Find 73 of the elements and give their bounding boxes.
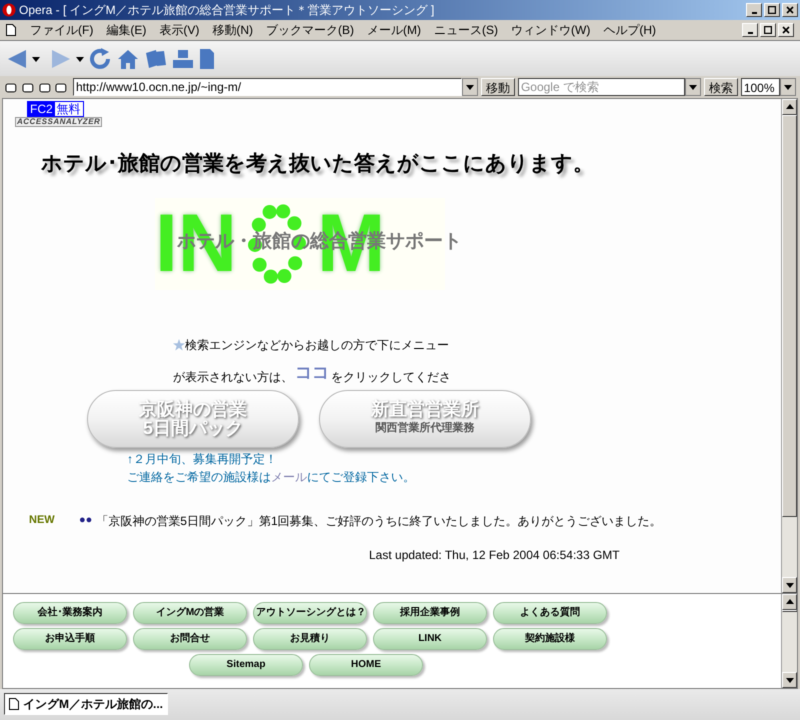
minimize-button[interactable] bbox=[742, 22, 758, 37]
nav-button[interactable]: お申込手順 bbox=[13, 628, 127, 650]
nav-button[interactable]: LINK bbox=[373, 628, 487, 650]
reload-icon[interactable] bbox=[88, 46, 112, 71]
recruit-note: にてご登録下さい。 bbox=[307, 468, 415, 486]
analyzer-logo[interactable]: ACCESSANALYZER bbox=[15, 116, 102, 127]
menu-item[interactable]: メール(M) bbox=[367, 20, 421, 39]
mail-link[interactable]: メール bbox=[271, 468, 307, 486]
feature-button[interactable]: 京阪神の営業 5日間パック bbox=[87, 390, 299, 448]
recruit-note: ご連絡をご希望の施設様は bbox=[127, 468, 271, 486]
nav-button[interactable]: お問合せ bbox=[133, 628, 247, 650]
page-tab[interactable]: イングM／ホテル旅館の... bbox=[4, 693, 168, 716]
maximize-button[interactable] bbox=[760, 22, 776, 37]
nav-button[interactable]: アウトソーシングとは？ bbox=[253, 602, 367, 624]
menu-item[interactable]: 移動(N) bbox=[212, 20, 253, 39]
scroll-up-icon[interactable] bbox=[786, 598, 794, 606]
minimize-icon bbox=[748, 32, 752, 34]
news-text: 「京阪神の営業5日間パック」第1回募集、ご好評のうちに終了いたしました。ありがとうございました。 bbox=[96, 512, 662, 530]
menu-item[interactable]: ファイル(F) bbox=[30, 20, 94, 39]
app-logo-icon bbox=[2, 2, 16, 17]
forward-dropdown-icon[interactable] bbox=[76, 54, 84, 63]
nav-button[interactable]: Sitemap bbox=[189, 654, 303, 676]
history-dropdown-icon[interactable] bbox=[466, 82, 474, 91]
bullet-icon: ●● bbox=[79, 512, 92, 529]
nav-button[interactable]: よくある質問 bbox=[493, 602, 607, 624]
new-label: NEW bbox=[29, 513, 56, 528]
search-dropdown-icon[interactable] bbox=[688, 82, 697, 91]
minimize-icon bbox=[752, 12, 756, 14]
search-button[interactable]: 検索 bbox=[704, 78, 738, 96]
zoom-dropdown-icon[interactable] bbox=[784, 82, 792, 91]
star-icon bbox=[173, 339, 185, 352]
nav-button[interactable]: 採用企業事例 bbox=[373, 602, 487, 624]
go-button[interactable]: 移動 bbox=[480, 78, 515, 96]
nav-button[interactable]: 会社･業務案内 bbox=[13, 602, 127, 624]
scroll-down-icon[interactable] bbox=[786, 580, 794, 589]
scrollbar[interactable] bbox=[781, 98, 797, 593]
scrollbar[interactable] bbox=[781, 594, 797, 688]
maximize-icon bbox=[768, 6, 776, 14]
here-link[interactable]: ココ bbox=[295, 360, 329, 386]
document-icon bbox=[6, 24, 16, 36]
nav-button[interactable]: お見積り bbox=[253, 628, 367, 650]
window-title: Opera - [ イングM／ホテル旅館の総合営業サポート＊営業アウトソーシング ] bbox=[19, 2, 436, 19]
recruit-note: ↑２月中旬、募集再開予定！ bbox=[127, 450, 278, 468]
close-button[interactable] bbox=[778, 22, 794, 37]
maximize-icon bbox=[764, 26, 772, 34]
menu-item[interactable]: 表示(V) bbox=[159, 20, 200, 39]
last-updated: Last updated: Thu, 12 Feb 2004 06:54:33 GMT bbox=[369, 546, 621, 564]
headline: ホテル･旅館の営業を考え抜いた答えがここにあります。 bbox=[41, 148, 595, 177]
document-icon bbox=[9, 698, 19, 710]
notice-text: が表示されない方は、 bbox=[173, 368, 293, 386]
menu-item[interactable]: ニュース(S) bbox=[434, 20, 498, 39]
scroll-up-icon[interactable] bbox=[786, 102, 794, 111]
menu-item[interactable]: 編集(E) bbox=[106, 20, 146, 39]
scroll-down-icon[interactable] bbox=[786, 676, 794, 684]
feature-button[interactable]: 新直営営業所 関西営業所代理業務 bbox=[319, 390, 531, 448]
zoom-field[interactable]: 100% bbox=[740, 78, 780, 96]
nav-button[interactable]: 契約施設様 bbox=[493, 628, 607, 650]
menu-item[interactable]: ウィンドウ(W) bbox=[511, 20, 590, 39]
nav-button[interactable]: HOME bbox=[309, 654, 423, 676]
notice-text: 検索エンジンなどからお越しの方で下にメニュー bbox=[185, 337, 449, 354]
menu-item[interactable]: ヘルプ(H) bbox=[603, 20, 656, 39]
notice-text: をクリックしてくださ bbox=[331, 368, 451, 386]
close-icon bbox=[782, 26, 790, 34]
back-dropdown-icon[interactable] bbox=[32, 54, 40, 63]
address-field[interactable]: http://www10.ocn.ne.jp/~ing-m/ bbox=[73, 78, 462, 96]
counter-badge[interactable]: FC2 無料 bbox=[27, 100, 84, 117]
minimize-button[interactable] bbox=[746, 2, 762, 17]
close-icon bbox=[786, 6, 794, 14]
nav-button[interactable]: イングMの営業 bbox=[133, 602, 247, 624]
maximize-button[interactable] bbox=[764, 2, 780, 17]
close-button[interactable] bbox=[782, 2, 798, 17]
search-field[interactable]: Google で検索 bbox=[518, 78, 686, 96]
menu-item[interactable]: ブックマーク(B) bbox=[266, 20, 354, 39]
